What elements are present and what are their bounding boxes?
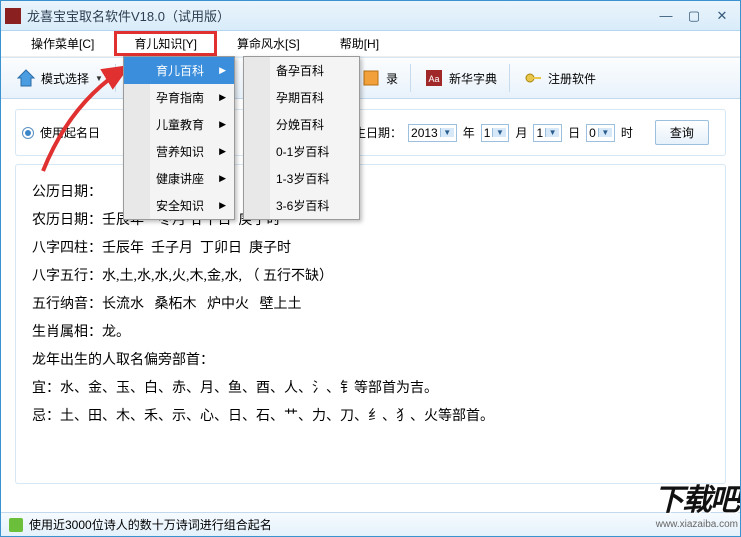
status-text: 使用近3000位诗人的数十万诗词进行组合起名: [29, 516, 272, 533]
titlebar: 龙喜宝宝取名软件V18.0（试用版） — ▢ ✕: [1, 1, 740, 31]
result-line: 八字五行：水,土,水,水,火,木,金,水, （ 五行不缺）: [32, 263, 709, 291]
chevron-right-icon: ▶: [219, 119, 226, 130]
register-button[interactable]: 注册软件: [514, 64, 604, 92]
menu-parenting[interactable]: 育儿知识[Y]: [114, 31, 217, 56]
use-date-radio[interactable]: [22, 127, 34, 139]
use-date-label: 使用起名日: [40, 124, 100, 141]
query-button[interactable]: 查询: [655, 120, 709, 145]
submenu2-item-1-3[interactable]: 1-3岁百科: [244, 165, 359, 192]
svg-text:Aa: Aa: [428, 74, 439, 84]
result-line: 八字四柱：壬辰年 壬子月 丁卯日 庚子时: [32, 235, 709, 263]
menubar: 操作菜单[C] 育儿知识[Y] 算命风水[S] 帮助[H]: [1, 31, 740, 57]
watermark: 下载吧 www.xiazaiba.com: [654, 475, 738, 530]
toolbar: 模式选择 ▼ 录 Aa 新华字典 注册软件: [1, 57, 740, 99]
key-icon: [522, 67, 544, 89]
chevron-down-icon: ▼: [492, 128, 506, 137]
minimize-button[interactable]: —: [652, 6, 680, 26]
window-title: 龙喜宝宝取名软件V18.0（试用版）: [27, 6, 652, 25]
home-icon: [15, 67, 37, 89]
submenu-item-child-education[interactable]: 儿童教育▶: [124, 111, 234, 138]
result-line: 宜：水、金、玉、白、赤、月、鱼、酉、人、氵、钅等部首为吉。: [32, 375, 709, 403]
submenu-item-safety[interactable]: 安全知识▶: [124, 192, 234, 219]
chevron-down-icon: ▼: [545, 128, 559, 137]
xinhua-dict-button[interactable]: Aa 新华字典: [415, 64, 505, 92]
submenu-parenting: 育儿百科▶ 孕育指南▶ 儿童教育▶ 营养知识▶ 健康讲座▶ 安全知识▶: [123, 56, 235, 220]
chevron-right-icon: ▶: [219, 92, 226, 103]
window-controls: — ▢ ✕: [652, 6, 736, 26]
result-panel: 公历日期： 农历日期：壬辰年 冬月 廿十日 庚子时 八字四柱：壬辰年 壬子月 丁…: [15, 164, 726, 484]
menu-operations[interactable]: 操作菜单[C]: [11, 31, 114, 56]
submenu2-item-3-6[interactable]: 3-6岁百科: [244, 192, 359, 219]
dictionary-icon: Aa: [423, 67, 445, 89]
status-icon: [9, 518, 23, 532]
chevron-down-icon: ▼: [440, 128, 454, 137]
submenu2-item-pregnancy[interactable]: 孕期百科: [244, 84, 359, 111]
chevron-right-icon: ▶: [219, 200, 226, 211]
toolbar-separator: [509, 64, 510, 92]
chevron-right-icon: ▶: [219, 146, 226, 157]
book-icon: [360, 67, 382, 89]
hour-select[interactable]: 0▼: [586, 124, 615, 142]
close-button[interactable]: ✕: [708, 6, 736, 26]
content-area: 使用起名日 出生日期： 2013▼ 年 1▼ 月 1▼ 日 0▼ 时 查询 公历…: [1, 99, 740, 494]
chevron-right-icon: ▶: [219, 173, 226, 184]
submenu2-item-prepregnancy[interactable]: 备孕百科: [244, 57, 359, 84]
result-line: 忌：土、田、木、禾、示、心、日、石、艹、力、刀、纟、犭、火等部首。: [32, 403, 709, 431]
submenu-item-pregnancy-guide[interactable]: 孕育指南▶: [124, 84, 234, 111]
chevron-right-icon: ▶: [219, 65, 226, 76]
filter-row: 使用起名日 出生日期： 2013▼ 年 1▼ 月 1▼ 日 0▼ 时 查询: [15, 109, 726, 156]
submenu-item-encyclopedia[interactable]: 育儿百科▶: [124, 57, 234, 84]
result-line: 龙年出生的人取名偏旁部首：: [32, 347, 709, 375]
chevron-down-icon: ▼: [95, 74, 103, 83]
chevron-down-icon: ▼: [598, 128, 612, 137]
submenu-item-health-lecture[interactable]: 健康讲座▶: [124, 165, 234, 192]
maximize-button[interactable]: ▢: [680, 6, 708, 26]
statusbar: 使用近3000位诗人的数十万诗词进行组合起名: [1, 512, 740, 536]
submenu-encyclopedia: 备孕百科 孕期百科 分娩百科 0-1岁百科 1-3岁百科 3-6岁百科: [243, 56, 360, 220]
submenu-item-nutrition[interactable]: 营养知识▶: [124, 138, 234, 165]
menu-fortune[interactable]: 算命风水[S]: [217, 31, 320, 56]
app-icon: [5, 8, 21, 24]
mode-select-button[interactable]: 模式选择 ▼: [7, 64, 111, 92]
day-select[interactable]: 1▼: [533, 124, 562, 142]
result-line: 五行纳音：长流水 桑柘木 炉中火 壁上土: [32, 291, 709, 319]
submenu2-item-childbirth[interactable]: 分娩百科: [244, 111, 359, 138]
year-select[interactable]: 2013▼: [408, 124, 457, 142]
result-line: 生肖属相：龙。: [32, 319, 709, 347]
menu-help[interactable]: 帮助[H]: [320, 31, 399, 56]
toolbar-separator: [115, 64, 116, 92]
app-window: 龙喜宝宝取名软件V18.0（试用版） — ▢ ✕ 操作菜单[C] 育儿知识[Y]…: [0, 0, 741, 537]
toolbar-separator: [410, 64, 411, 92]
submenu2-item-0-1[interactable]: 0-1岁百科: [244, 138, 359, 165]
month-select[interactable]: 1▼: [481, 124, 510, 142]
